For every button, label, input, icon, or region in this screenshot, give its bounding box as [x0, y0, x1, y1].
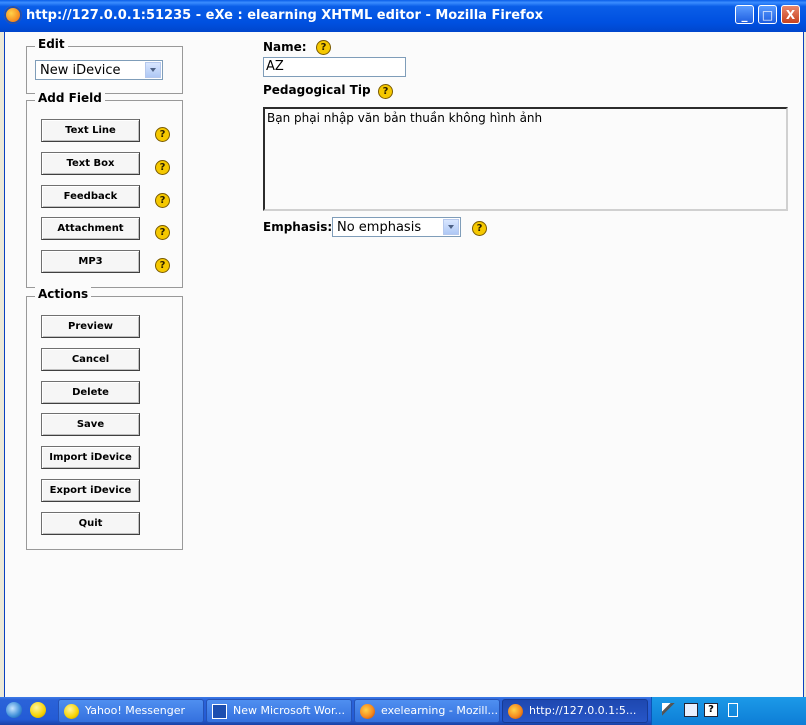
pen-icon[interactable] [662, 703, 676, 717]
system-tray: ? [651, 697, 806, 725]
taskbar-button-yahoo-messenger[interactable]: Yahoo! Messenger [58, 699, 204, 723]
maximize-button[interactable]: □ [758, 5, 777, 24]
help-icon[interactable]: ? [155, 258, 170, 273]
pedagogical-tip-label: Pedagogical Tip [263, 83, 371, 97]
monitor-icon[interactable] [684, 703, 698, 717]
taskbar-button-firefox-active[interactable]: http://127.0.0.1:5... [502, 699, 648, 723]
help-icon[interactable]: ? [472, 221, 487, 236]
help-icon[interactable]: ? [378, 84, 393, 99]
emphasis-select[interactable]: No emphasis [332, 217, 461, 237]
cancel-button[interactable]: Cancel [41, 348, 140, 371]
export-idevice-button[interactable]: Export iDevice [41, 479, 140, 502]
text-box-button[interactable]: Text Box [41, 152, 140, 175]
mp3-button[interactable]: MP3 [41, 250, 140, 273]
firefox-icon [360, 704, 375, 719]
chevron-down-icon[interactable] [443, 219, 459, 235]
taskbar-button-label: exelearning - Mozill... [381, 704, 499, 717]
text-line-button[interactable]: Text Line [41, 119, 140, 142]
firefox-icon [4, 6, 22, 24]
close-button[interactable]: X [781, 5, 800, 24]
name-label: Name: [263, 40, 307, 54]
emphasis-select-value: No emphasis [337, 220, 422, 235]
help-icon[interactable]: ? [155, 225, 170, 240]
actions-legend: Actions [35, 287, 92, 301]
preview-button[interactable]: Preview [41, 315, 140, 338]
windows-taskbar: Yahoo! Messenger New Microsoft Wor... ex… [0, 697, 806, 725]
emphasis-label: Emphasis: [263, 220, 333, 234]
help-icon[interactable]: ? [704, 703, 718, 717]
taskbar-button-exelearning[interactable]: exelearning - Mozill... [354, 699, 500, 723]
taskbar-button-word[interactable]: New Microsoft Wor... [206, 699, 352, 723]
idevice-select-value: New iDevice [40, 63, 121, 78]
word-document-icon [212, 704, 227, 719]
feedback-button[interactable]: Feedback [41, 185, 140, 208]
help-icon[interactable]: ? [155, 127, 170, 142]
edit-legend: Edit [35, 37, 68, 51]
attachment-button[interactable]: Attachment [41, 217, 140, 240]
help-icon[interactable]: ? [155, 193, 170, 208]
restore-icon[interactable] [728, 703, 738, 717]
firefox-icon [508, 704, 523, 719]
import-idevice-button[interactable]: Import iDevice [41, 446, 140, 469]
pedagogical-tip-textarea[interactable]: Bạn phại nhập văn bản thuần không hình ả… [263, 107, 788, 211]
chevron-down-icon[interactable] [145, 62, 161, 78]
quit-button[interactable]: Quit [41, 512, 140, 535]
delete-button[interactable]: Delete [41, 381, 140, 404]
ie-icon[interactable] [6, 702, 22, 718]
taskbar-button-label: http://127.0.0.1:5... [529, 704, 637, 717]
help-icon[interactable]: ? [316, 40, 331, 55]
save-button[interactable]: Save [41, 413, 140, 436]
add-field-legend: Add Field [35, 91, 105, 105]
taskbar-button-label: Yahoo! Messenger [85, 704, 186, 717]
window-title: http://127.0.0.1:51235 - eXe : elearning… [26, 8, 544, 23]
idevice-select[interactable]: New iDevice [35, 60, 163, 80]
editor-content: Edit New iDevice Add Field Text Line Tex… [4, 32, 804, 697]
yahoo-icon[interactable] [30, 702, 46, 718]
window-titlebar[interactable]: http://127.0.0.1:51235 - eXe : elearning… [0, 0, 806, 32]
actions-group: Actions Preview Cancel Delete Save Impor… [26, 287, 183, 550]
taskbar-button-label: New Microsoft Wor... [233, 704, 346, 717]
name-input[interactable]: AZ [263, 57, 406, 77]
minimize-button[interactable]: _ [735, 5, 754, 24]
yahoo-messenger-icon [64, 704, 79, 719]
help-icon[interactable]: ? [155, 160, 170, 175]
add-field-group: Add Field Text Line Text Box Feedback At… [26, 91, 183, 288]
